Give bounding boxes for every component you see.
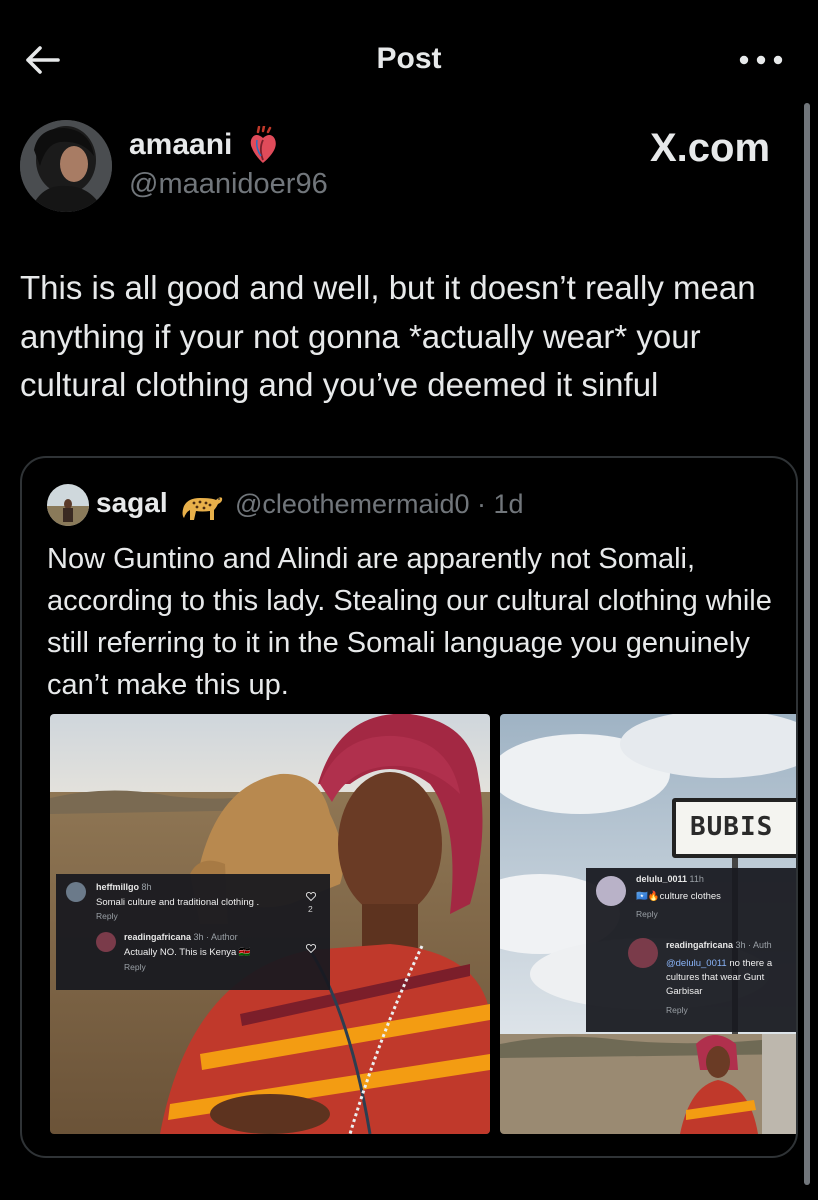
comment-text: 🇸🇴🔥culture clothes [636,891,721,902]
more-horizontal-icon [739,55,783,65]
comment-user: delulu_0011 11h [636,874,704,884]
author-name[interactable]: amaani [129,128,232,162]
comment-text: Somali culture and traditional clothing … [96,897,260,908]
scrollbar[interactable] [804,103,810,1185]
author-handle[interactable]: @maanidoer96 [129,168,328,201]
commenter-avatar [66,882,86,902]
page-title: Post [376,42,442,75]
comment-reply-link: Reply [636,909,658,919]
quoted-post[interactable]: sagal @cleothemermaid0 · 1d Now Guntino … [20,456,798,1158]
quote-handle-and-time[interactable]: @cleothemermaid0 · 1d [235,489,524,520]
media-image-1[interactable]: heffmillgo 8h Somali culture and traditi… [50,714,490,1134]
site-watermark: X.com [650,126,771,170]
quote-author-avatar[interactable] [47,484,89,526]
heart-outline-icon [306,892,316,901]
road-sign: BUBIS [672,798,796,858]
comment-user: readingafricana 3h · Author [124,932,238,942]
comment-reply-link: Reply [96,911,118,921]
comment-user: heffmillgo 8h [96,882,152,892]
comment-text-line: Garbisar [666,986,703,997]
leopard-icon [180,488,224,522]
commenter-avatar [628,938,658,968]
comment-user: readingafricana 3h · Auth [666,940,772,950]
commenter-avatar [96,932,116,952]
heart-outline-icon [306,944,316,953]
avatar-image [20,120,112,212]
road-sign-text: BUBIS [690,812,774,842]
comment-reply-link: Reply [124,962,146,972]
scrollbar-thumb[interactable] [804,103,810,1185]
more-options-button[interactable] [738,48,784,72]
comment-like-count: 2 [308,904,313,914]
post-text: This is all good and well, but it doesn’… [20,269,756,403]
media-image-2[interactable]: BUBIS delulu_0011 11h 🇸🇴🔥culture clothes… [500,714,796,1134]
commenter-avatar [596,876,626,906]
comment-text: @delulu_0011 no there a [666,958,773,969]
comment-text: Actually NO. This is Kenya 🇰🇪 [124,947,251,958]
author-avatar[interactable] [20,120,112,212]
comment-reply-link: Reply [666,1005,688,1015]
top-bar: Post [0,0,818,120]
comment-text-line: cultures that wear Gunt [666,972,765,983]
comment-overlay-2: delulu_0011 11h 🇸🇴🔥culture clothes Reply… [586,868,796,1032]
comment-overlay-1: heffmillgo 8h Somali culture and traditi… [56,874,330,990]
quote-author-name[interactable]: sagal [96,487,168,519]
quote-text: Now Guntino and Alindi are apparently no… [47,543,772,701]
anatomical-heart-icon [248,124,278,166]
quote-avatar-image [47,484,89,526]
